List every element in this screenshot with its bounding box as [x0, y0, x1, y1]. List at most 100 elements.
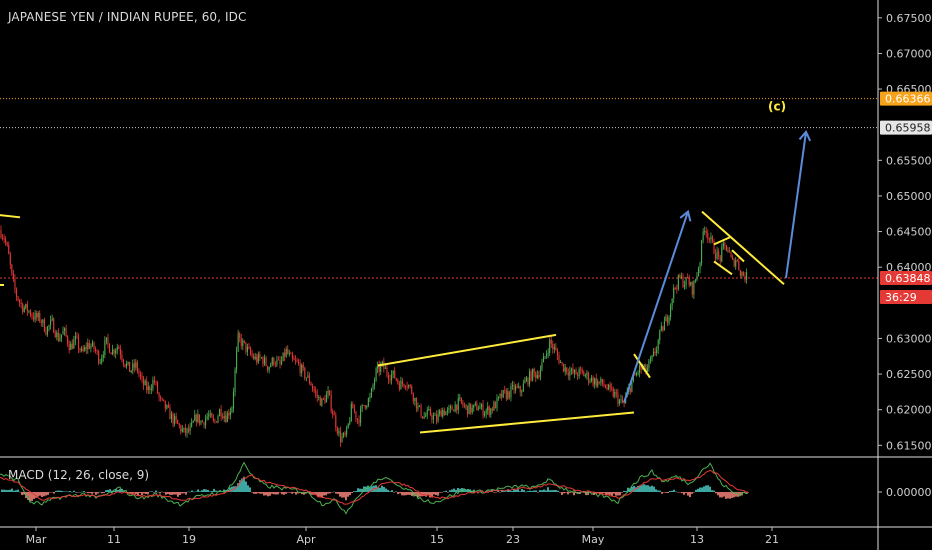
candle-body	[387, 374, 390, 380]
macd-histogram-bar	[439, 492, 441, 493]
macd-histogram-bar	[33, 492, 35, 499]
y-tick-label: 0.65000	[886, 190, 932, 203]
candle-body	[482, 404, 484, 416]
macd-histogram-bar	[713, 490, 715, 492]
candle-body	[498, 396, 500, 398]
macd-histogram-bar	[97, 492, 99, 494]
macd-histogram-bar	[149, 491, 151, 493]
macd-histogram-bar	[71, 491, 73, 493]
candle-body	[428, 408, 430, 411]
candle-body	[234, 369, 236, 393]
macd-histogram-bar	[345, 492, 347, 501]
y-tick-label: 0.62000	[886, 404, 932, 417]
candle-body	[85, 347, 87, 350]
macd-histogram-bar	[665, 492, 667, 493]
candle-body	[31, 315, 33, 317]
candle-body	[412, 393, 414, 402]
candle-body	[77, 336, 80, 349]
candle-body	[719, 255, 721, 262]
macd-histogram-bar	[495, 492, 497, 493]
macd-histogram-bar	[689, 492, 691, 498]
x-tick-label: 15	[430, 533, 444, 546]
candle-body	[76, 336, 78, 338]
candle-body	[62, 330, 64, 335]
candle-body	[344, 432, 346, 435]
candle-body	[188, 428, 190, 432]
candle-body	[155, 382, 157, 383]
macd-histogram-bar	[339, 492, 341, 497]
macd-histogram-bar	[723, 492, 725, 497]
macd-histogram-bar	[47, 492, 49, 495]
candle-body	[84, 347, 86, 351]
macd-histogram-bar	[161, 491, 163, 493]
candle-body	[462, 402, 464, 406]
candle-body	[147, 386, 149, 390]
candle-body	[684, 285, 686, 287]
macd-histogram-bar	[677, 492, 679, 493]
macd-histogram-bar	[107, 489, 109, 492]
candle-body	[251, 353, 253, 356]
macd-histogram-bar	[517, 489, 519, 492]
candle-body	[668, 317, 670, 324]
candle-body	[206, 416, 208, 419]
candle-body	[567, 372, 569, 376]
macd-histogram-bar	[351, 492, 353, 493]
candle-body	[236, 350, 238, 370]
candle-body	[124, 364, 126, 367]
candle-body	[195, 414, 197, 422]
candle-body	[324, 398, 326, 403]
macd-histogram-bar	[193, 491, 195, 493]
candle-body	[705, 231, 707, 233]
candle-body	[220, 409, 222, 417]
candle-body	[617, 392, 619, 404]
candle-body	[243, 340, 245, 343]
candle-body	[209, 413, 211, 416]
candle-body	[670, 305, 672, 318]
candle-body	[250, 348, 252, 354]
candle-body	[74, 336, 76, 341]
candle-body	[713, 241, 715, 254]
macd-histogram-bar	[537, 492, 539, 493]
candle-body	[443, 409, 445, 415]
candle-body	[570, 368, 572, 372]
macd-histogram-bar	[727, 492, 729, 499]
macd-histogram-bar	[175, 492, 177, 495]
candle-body	[639, 365, 641, 373]
candle-body	[9, 254, 11, 265]
macd-histogram-bar	[269, 492, 271, 496]
candle-body	[685, 276, 687, 286]
candle-body	[591, 377, 593, 382]
candle-body	[583, 371, 585, 377]
macd-histogram-bar	[173, 492, 175, 495]
candle-body	[535, 372, 537, 378]
macd-histogram-bar	[5, 489, 7, 492]
candle-body	[635, 373, 638, 376]
macd-histogram-bar	[515, 489, 517, 492]
candle-body	[516, 386, 518, 388]
macd-histogram-bar	[705, 485, 707, 492]
candle-body	[281, 360, 283, 365]
candle-body	[465, 405, 467, 407]
candle-body	[149, 386, 151, 391]
candle-body	[436, 415, 438, 422]
candle-body	[733, 259, 735, 267]
macd-histogram-bar	[207, 489, 209, 492]
candle-body	[429, 408, 431, 415]
macd-histogram-bar	[693, 492, 695, 493]
candle-body	[73, 340, 75, 349]
candle-body	[112, 349, 114, 355]
macd-histogram-bar	[523, 490, 525, 492]
candle-body	[432, 415, 434, 420]
macd-histogram-bar	[657, 490, 659, 492]
macd-histogram-bar	[613, 492, 615, 494]
candle-body	[313, 388, 315, 391]
macd-histogram-bar	[327, 492, 329, 494]
candle-body	[291, 354, 293, 359]
candle-body	[727, 250, 729, 252]
macd-histogram-bar	[347, 492, 349, 497]
candle-body	[60, 334, 62, 338]
macd-histogram-bar	[525, 491, 527, 493]
candle-body	[99, 362, 101, 364]
candle-body	[575, 369, 577, 375]
candle-body	[88, 342, 90, 349]
